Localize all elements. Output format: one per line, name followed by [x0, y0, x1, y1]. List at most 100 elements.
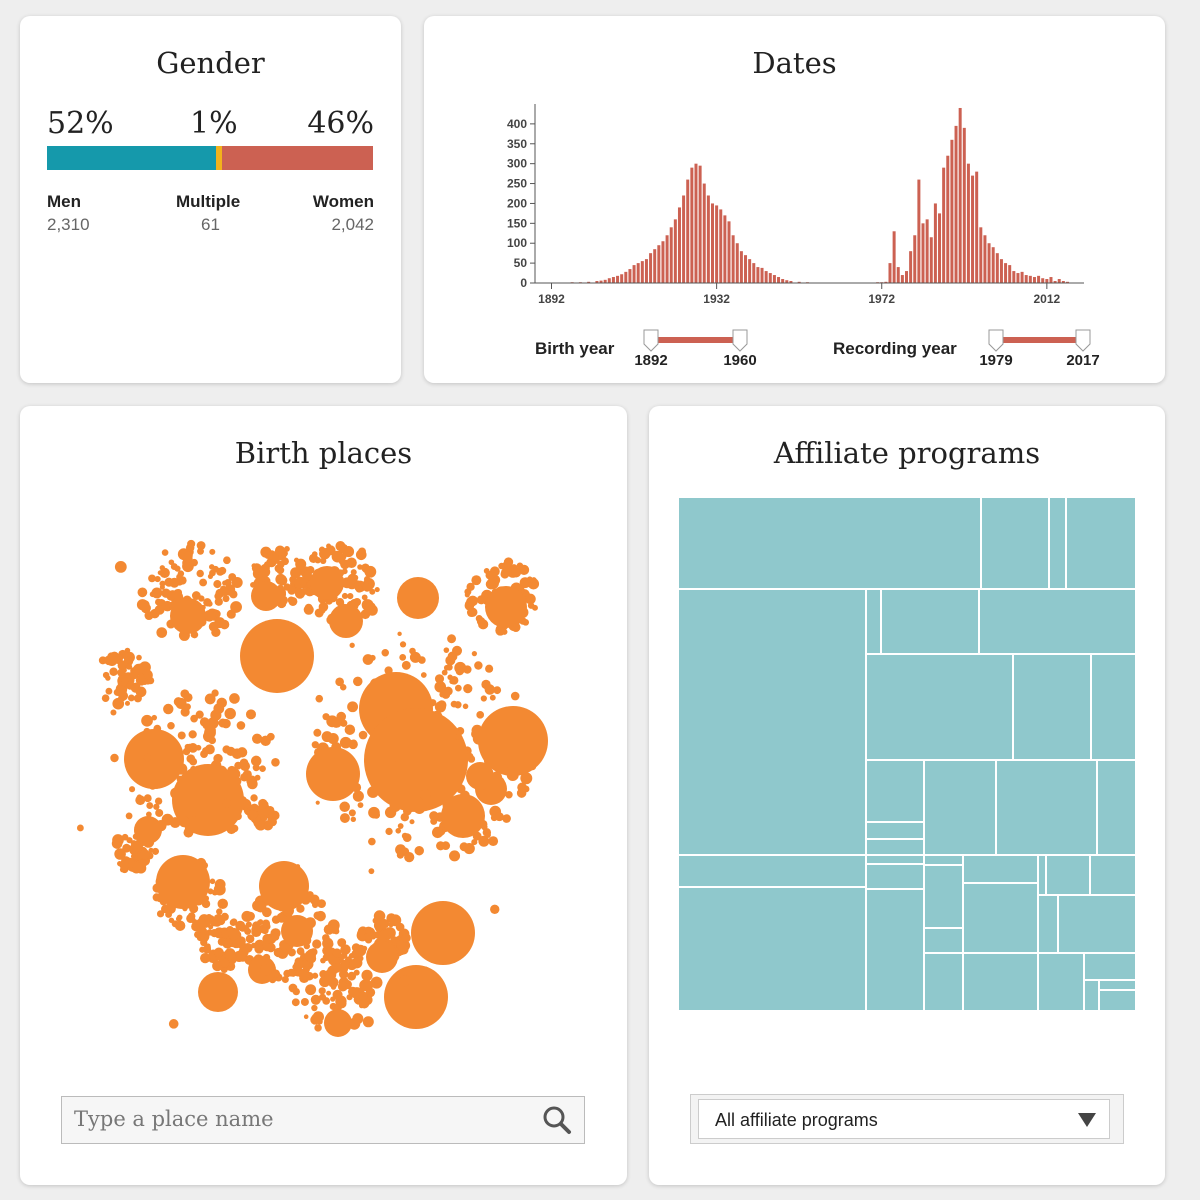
- place-bubble[interactable]: [262, 919, 271, 928]
- place-bubble[interactable]: [122, 651, 129, 658]
- place-bubble[interactable]: [294, 576, 307, 589]
- place-bubble[interactable]: [291, 998, 300, 1007]
- place-bubble[interactable]: [510, 691, 520, 701]
- affiliate-program-tile[interactable]: [867, 840, 923, 854]
- birth-max-handle-icon[interactable]: [732, 329, 748, 352]
- place-bubble[interactable]: [277, 560, 285, 569]
- place-bubble[interactable]: [493, 686, 502, 695]
- place-bubble[interactable]: [226, 925, 234, 934]
- place-bubble[interactable]: [398, 943, 407, 952]
- place-bubble[interactable]: [401, 933, 411, 943]
- place-bubble[interactable]: [245, 911, 255, 921]
- major-place-bubble[interactable]: [364, 708, 468, 812]
- affiliate-program-tile[interactable]: [679, 888, 865, 1010]
- place-bubble[interactable]: [173, 697, 183, 707]
- place-bubble[interactable]: [208, 564, 215, 570]
- place-bubble[interactable]: [471, 651, 478, 657]
- place-bubble[interactable]: [359, 998, 370, 1009]
- place-bubble[interactable]: [443, 647, 450, 653]
- place-bubble[interactable]: [339, 813, 350, 824]
- place-bubble[interactable]: [133, 694, 142, 703]
- place-bubble[interactable]: [148, 574, 156, 583]
- place-bubble[interactable]: [395, 922, 405, 932]
- place-bubble[interactable]: [414, 845, 424, 856]
- affiliate-program-tile[interactable]: [925, 929, 962, 952]
- affiliate-program-tile[interactable]: [679, 498, 980, 588]
- place-bubble[interactable]: [409, 819, 415, 825]
- place-bubble[interactable]: [455, 733, 462, 740]
- place-bubble[interactable]: [298, 968, 310, 980]
- major-place-bubble[interactable]: [441, 794, 485, 838]
- affiliate-program-tile[interactable]: [1091, 856, 1135, 894]
- place-bubble[interactable]: [368, 868, 375, 875]
- place-bubble[interactable]: [308, 985, 315, 992]
- place-bubble[interactable]: [490, 814, 498, 822]
- place-bubble[interactable]: [337, 981, 348, 992]
- place-bubble[interactable]: [476, 617, 486, 626]
- place-bubble[interactable]: [112, 697, 125, 710]
- place-bubble[interactable]: [261, 926, 269, 935]
- major-place-bubble[interactable]: [251, 581, 281, 611]
- affiliate-program-tile[interactable]: [867, 865, 923, 888]
- place-bubble[interactable]: [236, 747, 248, 758]
- place-bubble[interactable]: [273, 947, 283, 958]
- place-bubble[interactable]: [401, 660, 411, 670]
- place-bubble[interactable]: [224, 948, 236, 960]
- affiliate-program-tile[interactable]: [1085, 981, 1098, 1010]
- place-bubble[interactable]: [313, 728, 322, 737]
- place-bubble[interactable]: [175, 916, 182, 922]
- place-bubble[interactable]: [436, 841, 446, 851]
- place-bubble[interactable]: [290, 567, 302, 579]
- place-bubble[interactable]: [274, 545, 286, 556]
- place-bubble[interactable]: [129, 786, 136, 793]
- place-bubble[interactable]: [307, 954, 317, 964]
- affiliate-program-tile[interactable]: [882, 590, 978, 653]
- major-place-bubble[interactable]: [281, 915, 313, 947]
- place-bubble[interactable]: [105, 687, 113, 695]
- place-bubble[interactable]: [265, 806, 275, 815]
- major-place-bubble[interactable]: [240, 619, 314, 693]
- affiliate-program-tile[interactable]: [1039, 856, 1045, 894]
- place-bubble[interactable]: [361, 979, 373, 992]
- place-bubble[interactable]: [271, 758, 280, 767]
- place-bubble[interactable]: [159, 565, 166, 571]
- affiliate-program-tile[interactable]: [1059, 896, 1135, 952]
- place-bubble[interactable]: [258, 804, 264, 810]
- place-bubble[interactable]: [314, 1024, 322, 1032]
- major-place-bubble[interactable]: [324, 1009, 352, 1037]
- place-bubble[interactable]: [319, 993, 327, 1001]
- place-bubble[interactable]: [449, 676, 459, 685]
- place-bubble[interactable]: [399, 653, 407, 661]
- place-bubble[interactable]: [196, 569, 204, 578]
- place-bubble[interactable]: [484, 832, 491, 839]
- place-bubble[interactable]: [501, 568, 510, 577]
- place-bubble[interactable]: [445, 663, 453, 671]
- place-bubble[interactable]: [187, 539, 196, 549]
- major-place-bubble[interactable]: [366, 941, 398, 973]
- place-bubble[interactable]: [262, 933, 273, 945]
- place-bubble[interactable]: [259, 964, 272, 976]
- place-bubble[interactable]: [311, 899, 318, 906]
- major-place-bubble[interactable]: [170, 598, 206, 634]
- place-bubble[interactable]: [454, 684, 462, 692]
- place-bubble[interactable]: [183, 692, 193, 702]
- place-bubble[interactable]: [250, 794, 258, 802]
- place-bubble[interactable]: [208, 924, 214, 930]
- affiliate-program-tile[interactable]: [1085, 954, 1135, 979]
- place-bubble[interactable]: [144, 611, 154, 621]
- affiliate-program-tile[interactable]: [867, 890, 923, 1010]
- place-bubble[interactable]: [419, 789, 431, 801]
- place-bubble[interactable]: [271, 915, 281, 924]
- place-bubble[interactable]: [163, 703, 174, 715]
- place-bubble[interactable]: [141, 714, 153, 727]
- place-bubble[interactable]: [155, 808, 164, 817]
- place-bubble[interactable]: [136, 654, 142, 661]
- place-bubble[interactable]: [167, 721, 175, 730]
- place-bubble[interactable]: [369, 654, 376, 661]
- place-bubble[interactable]: [336, 711, 347, 722]
- place-bubble[interactable]: [395, 757, 402, 764]
- place-bubble[interactable]: [224, 707, 236, 720]
- place-bubble[interactable]: [523, 775, 532, 783]
- place-bubble[interactable]: [364, 565, 377, 578]
- place-bubble[interactable]: [226, 590, 233, 596]
